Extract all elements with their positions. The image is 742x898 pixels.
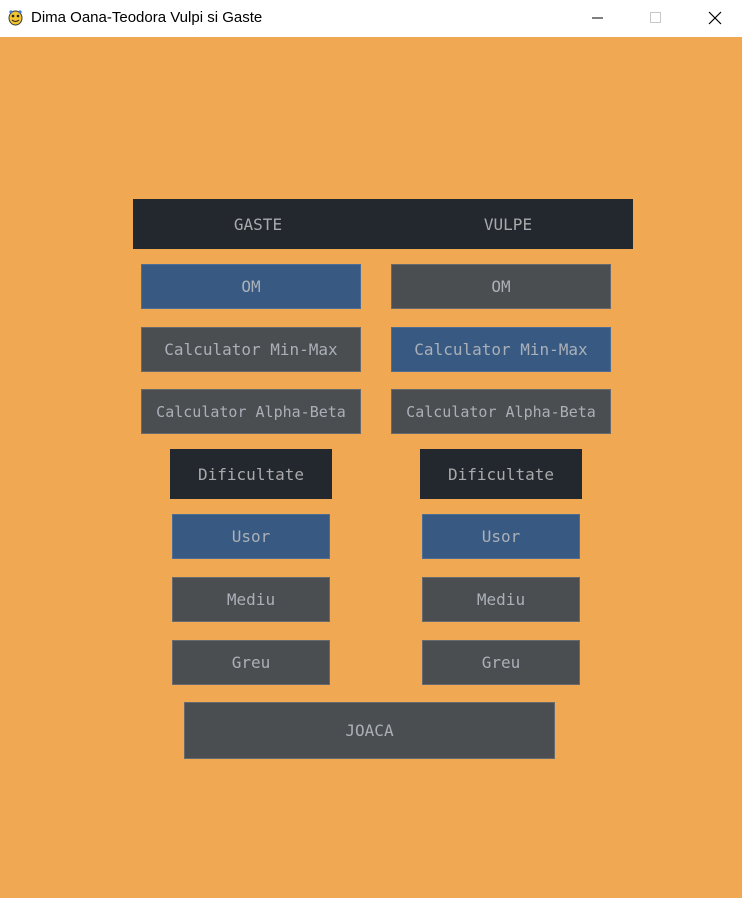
vulpe-difficulty-usor-button[interactable]: Usor: [422, 514, 580, 559]
vulpe-difficulty-mediu-button[interactable]: Mediu: [422, 577, 580, 622]
vulpe-difficulty-greu-button[interactable]: Greu: [422, 640, 580, 685]
vulpe-player-alphabeta-button[interactable]: Calculator Alpha-Beta: [391, 389, 611, 434]
window-title: Dima Oana-Teodora Vulpi si Gaste: [31, 9, 263, 26]
vulpe-player-minmax-button[interactable]: Calculator Min-Max: [391, 327, 611, 372]
gaste-player-om-button[interactable]: OM: [141, 264, 361, 309]
play-button[interactable]: JOACA: [184, 702, 555, 759]
game-canvas: GASTE VULPE OM Calculator Min-Max Calcul…: [0, 37, 742, 898]
title-bar: Dima Oana-Teodora Vulpi si Gaste: [0, 0, 742, 37]
gaste-difficulty-greu-button[interactable]: Greu: [172, 640, 330, 685]
pygame-snake-icon: [7, 9, 24, 26]
gaste-difficulty-mediu-button[interactable]: Mediu: [172, 577, 330, 622]
maximize-icon: [650, 12, 661, 23]
minimize-icon: [592, 17, 603, 19]
gaste-difficulty-label: Dificultate: [170, 449, 332, 499]
gaste-player-alphabeta-button[interactable]: Calculator Alpha-Beta: [141, 389, 361, 434]
vulpe-difficulty-label: Dificultate: [420, 449, 582, 499]
gaste-player-minmax-button[interactable]: Calculator Min-Max: [141, 327, 361, 372]
minimize-button[interactable]: [575, 0, 621, 36]
header-gaste: GASTE: [233, 214, 283, 234]
close-button[interactable]: [692, 0, 738, 36]
maximize-button[interactable]: [633, 0, 679, 36]
gaste-difficulty-usor-button[interactable]: Usor: [172, 514, 330, 559]
vulpe-player-om-button[interactable]: OM: [391, 264, 611, 309]
close-icon: [708, 11, 722, 25]
header-vulpe: VULPE: [483, 214, 533, 234]
